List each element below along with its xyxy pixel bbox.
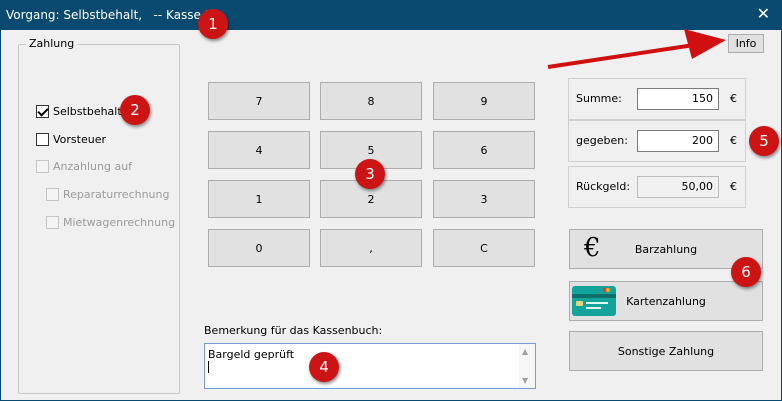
checkbox-label: Mietwagenrechnung [63, 216, 176, 229]
note-textarea[interactable]: Bargeld geprüft ▲ ▼ [204, 343, 536, 389]
checkbox-anzahlung: Anzahlung auf [36, 160, 132, 173]
gegeben-label: gegeben: [576, 134, 628, 147]
summe-panel: Summe: 150 € [568, 78, 746, 120]
checkbox-icon[interactable] [36, 133, 49, 146]
keypad-key-comma[interactable]: , [320, 229, 422, 267]
close-icon[interactable]: ✕ [757, 4, 770, 23]
window-title: Vorgang: Selbstbehalt, -- Kasse 1 -- [6, 8, 225, 22]
rueckgeld-currency: € [730, 180, 737, 193]
summe-label: Summe: [576, 92, 622, 105]
checkbox-label: Anzahlung auf [53, 160, 133, 173]
scroll-up-icon[interactable]: ▲ [522, 347, 528, 356]
gegeben-currency: € [730, 134, 737, 147]
annotation-badge-6: 6 [731, 257, 761, 287]
cash-payment-label: Barzahlung [634, 242, 698, 256]
rueckgeld-field: 50,00 [637, 176, 719, 198]
info-button[interactable]: Info [728, 34, 764, 53]
annotation-badge-2: 2 [120, 95, 150, 125]
checkbox-mietwagenrechnung: Mietwagenrechnung [46, 216, 175, 229]
keypad-key-6[interactable]: 6 [433, 131, 535, 169]
credit-card-icon [572, 286, 616, 316]
checkbox-icon [46, 216, 59, 229]
checkbox-vorsteuer[interactable]: Vorsteuer [36, 133, 106, 146]
checkbox-label: Reparaturrechnung [63, 188, 170, 201]
keypad-key-0[interactable]: 0 [208, 229, 310, 267]
euro-icon: € [584, 233, 601, 263]
checkbox-selbstbehalt[interactable]: Selbstbehalt [36, 105, 122, 118]
rueckgeld-label: Rückgeld: [576, 180, 631, 193]
annotation-badge-3: 3 [355, 159, 385, 189]
card-payment-label: Kartenzahlung [626, 294, 706, 308]
payment-group-legend: Zahlung [26, 37, 78, 50]
gegeben-field[interactable]: 200 [637, 130, 719, 152]
checkbox-checked-icon[interactable] [36, 105, 49, 118]
summe-field[interactable]: 150 [637, 88, 719, 110]
note-label: Bemerkung für das Kassenbuch: [204, 324, 383, 337]
other-payment-label: Sonstige Zahlung [617, 344, 715, 358]
checkbox-icon [46, 188, 59, 201]
gegeben-panel: gegeben: 200 € [568, 120, 746, 162]
title-bar: Vorgang: Selbstbehalt, -- Kasse 1 -- ✕ [0, 0, 782, 30]
checkbox-icon [36, 160, 49, 173]
checkbox-label: Selbstbehalt [53, 105, 122, 118]
keypad-key-7[interactable]: 7 [208, 82, 310, 120]
note-scrollbar[interactable]: ▲ ▼ [519, 344, 535, 388]
summe-currency: € [730, 92, 737, 105]
card-payment-button[interactable]: Kartenzahlung [569, 281, 763, 321]
scroll-down-icon[interactable]: ▼ [522, 376, 528, 385]
checkbox-label: Vorsteuer [53, 133, 106, 146]
keypad-key-3[interactable]: 3 [433, 180, 535, 218]
text-caret [208, 361, 209, 373]
keypad-key-4[interactable]: 4 [208, 131, 310, 169]
rueckgeld-panel: Rückgeld: 50,00 € [568, 166, 746, 208]
checkbox-reparaturrechnung: Reparaturrechnung [46, 188, 169, 201]
note-text: Bargeld geprüft [208, 348, 295, 361]
annotation-badge-1: 1 [198, 9, 228, 39]
annotation-badge-4: 4 [309, 352, 339, 382]
other-payment-button[interactable]: Sonstige Zahlung [569, 331, 763, 371]
keypad-key-9[interactable]: 9 [433, 82, 535, 120]
annotation-badge-5: 5 [749, 126, 779, 156]
keypad-key-clear[interactable]: C [433, 229, 535, 267]
keypad-key-1[interactable]: 1 [208, 180, 310, 218]
keypad-key-8[interactable]: 8 [320, 82, 422, 120]
